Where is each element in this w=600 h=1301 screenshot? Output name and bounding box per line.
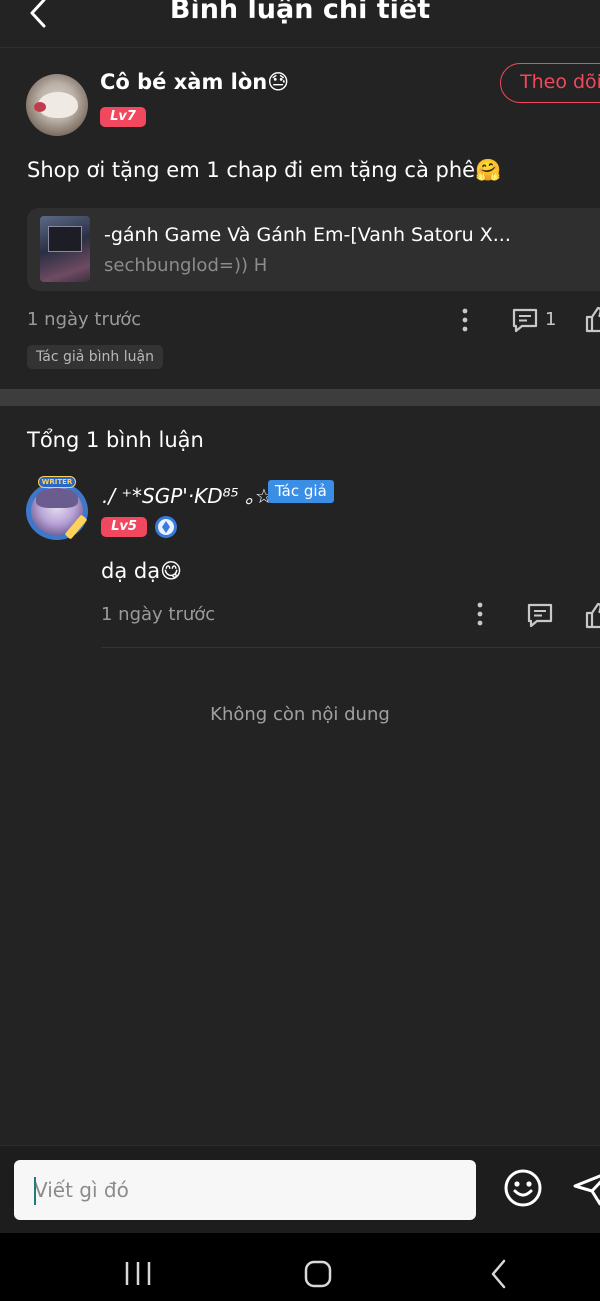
like-button[interactable]	[584, 600, 600, 630]
comment-composer	[0, 1145, 600, 1233]
comment-icon	[527, 603, 553, 628]
writer-frame-tag: WRITER	[38, 476, 76, 488]
section-divider	[0, 389, 600, 406]
author-badge: Tác giả	[268, 480, 334, 503]
like-button[interactable]	[584, 304, 600, 334]
recent-apps-icon	[125, 1262, 151, 1285]
comment-timestamp: 1 ngày trước	[27, 309, 142, 330]
reply-divider	[101, 647, 600, 648]
reply-count: 1	[545, 309, 557, 330]
send-button[interactable]	[570, 1166, 600, 1210]
text-cursor	[34, 1177, 36, 1205]
reply-author-name[interactable]: ./ ⁺*SGP'·KD⁸⁵ ｡☆	[102, 480, 273, 509]
recent-apps-button[interactable]	[103, 1233, 173, 1301]
comment-tag: Tác giả bình luận	[27, 345, 163, 369]
comment-input[interactable]	[14, 1160, 476, 1220]
story-cover-image	[40, 216, 90, 282]
more-options-button[interactable]	[465, 600, 495, 630]
replies-count-title: Tổng 1 bình luận	[27, 428, 204, 452]
comment-author-name[interactable]: Cô bé xàm lòn😓	[100, 70, 289, 94]
avatar[interactable]	[26, 74, 88, 136]
reply-text: dạ dạ😋	[101, 559, 182, 583]
page-title: Bình luận chi tiết	[169, 0, 431, 25]
send-icon	[573, 1174, 600, 1206]
home-icon	[304, 1260, 332, 1288]
smiley-icon	[504, 1169, 542, 1207]
story-title: -gánh Game Và Gánh Em-[Vanh Satoru X...	[104, 224, 511, 246]
chevron-left-icon	[491, 1259, 506, 1289]
diamond-badge-icon	[154, 515, 178, 539]
thumbs-up-icon	[585, 306, 600, 333]
end-of-content-text: Không còn nội dung	[210, 704, 390, 725]
home-button[interactable]	[283, 1233, 353, 1301]
system-navigation-bar	[0, 1233, 600, 1301]
more-options-button[interactable]	[450, 306, 480, 336]
reply-button[interactable]	[525, 600, 555, 630]
reply-timestamp: 1 ngày trước	[101, 604, 216, 625]
more-vertical-icon	[462, 308, 468, 332]
header-bar: Bình luận chi tiết	[0, 0, 600, 48]
avatar[interactable]: WRITER	[22, 476, 92, 540]
level-badge: Lv5	[101, 517, 147, 537]
comment-detail-screen: Bình luận chi tiết Cô bé xàm lòn😓 Lv7 Th…	[0, 0, 600, 1301]
story-link-card[interactable]: -gánh Game Và Gánh Em-[Vanh Satoru X... …	[27, 208, 600, 291]
more-vertical-icon	[477, 602, 483, 626]
follow-button[interactable]: Theo dõi	[500, 63, 600, 103]
story-subtitle: sechbunglod=)) H	[104, 255, 268, 276]
reply-button[interactable]	[510, 305, 540, 335]
thumbs-up-icon	[585, 602, 600, 629]
comment-icon	[512, 308, 538, 333]
comment-text: Shop ơi tặng em 1 chap đi em tặng cà phê…	[27, 158, 502, 182]
emoji-button[interactable]	[503, 1168, 543, 1208]
system-back-button[interactable]	[463, 1233, 533, 1301]
level-badge: Lv7	[100, 107, 146, 127]
original-comment: Cô bé xàm lòn😓 Lv7 Theo dõi Shop ơi tặng…	[0, 48, 600, 388]
